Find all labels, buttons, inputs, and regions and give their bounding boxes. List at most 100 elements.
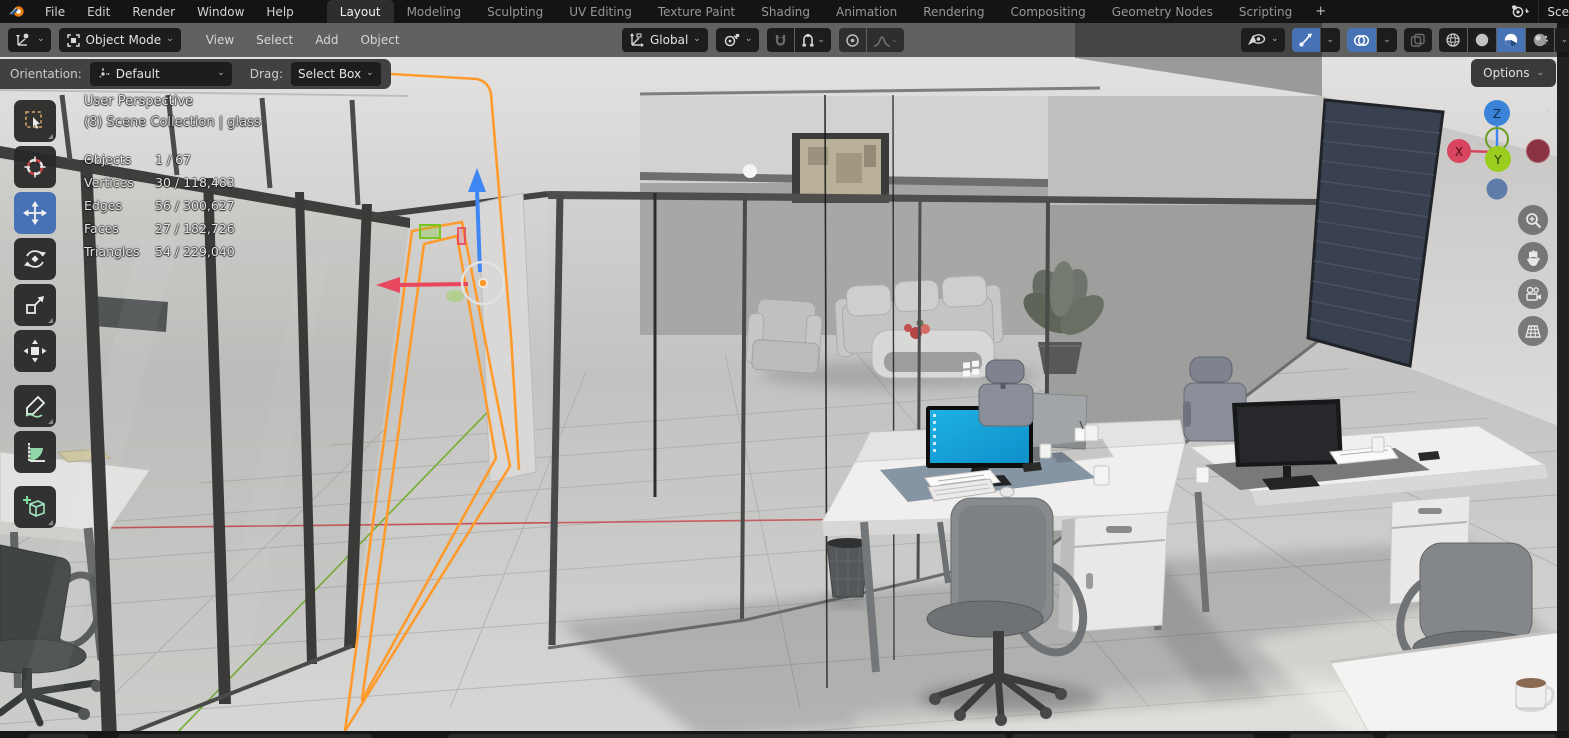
gizmos-group: ⌄: [1292, 28, 1341, 52]
shading-material-preview-button[interactable]: [1497, 28, 1525, 52]
add-cube-icon: [22, 494, 48, 520]
tool-annotate[interactable]: [14, 385, 56, 427]
tool-rotate[interactable]: [14, 238, 56, 280]
shading-solid-button[interactable]: [1468, 28, 1496, 52]
overlays-icon: [1353, 33, 1370, 48]
axis-x-negative[interactable]: [1527, 140, 1550, 163]
tool-measure[interactable]: [14, 431, 56, 473]
chevron-down-icon: ⌄: [366, 68, 374, 78]
menu-object[interactable]: Object: [349, 33, 410, 47]
tab-texture-paint[interactable]: Texture Paint: [645, 0, 748, 23]
camera-view-button[interactable]: [1518, 279, 1548, 309]
rotate-icon: [23, 247, 47, 271]
tool-orientation-dropdown[interactable]: Default ⌄: [90, 62, 232, 86]
add-workspace-button[interactable]: +: [1305, 0, 1336, 23]
snap-target-icon: [801, 33, 817, 48]
tab-rendering[interactable]: Rendering: [910, 0, 997, 23]
drag-mode-dropdown[interactable]: Select Box ⌄: [291, 62, 381, 86]
tool-scale[interactable]: [14, 284, 56, 326]
svg-text:Z: Z: [1493, 107, 1501, 121]
snap-settings-dropdown[interactable]: ⌄: [795, 28, 831, 52]
menu-render[interactable]: Render: [121, 0, 186, 23]
orientation-label: Orientation:: [10, 67, 82, 81]
tab-geometry-nodes[interactable]: Geometry Nodes: [1099, 0, 1226, 23]
stat-value: 30 / 118,483: [155, 175, 235, 190]
menu-view[interactable]: View: [195, 33, 245, 47]
sidebar-collapse-arrow[interactable]: ‹: [1546, 102, 1552, 118]
axis-z-negative[interactable]: [1487, 179, 1508, 200]
pan-button[interactable]: [1518, 242, 1548, 272]
chevron-down-icon: ⌄: [217, 68, 225, 78]
pivot-point-dropdown[interactable]: ⌄: [716, 28, 760, 52]
pivot-icon: [723, 32, 740, 48]
stat-label: Objects: [84, 152, 155, 167]
blender-logo-icon[interactable]: [0, 0, 34, 23]
stat-label: Triangles: [84, 244, 155, 259]
drag-label: Drag:: [250, 67, 283, 81]
tab-animation[interactable]: Animation: [823, 0, 910, 23]
tab-layout[interactable]: Layout: [327, 0, 394, 23]
proportional-circle-icon: [845, 33, 860, 48]
xray-icon: [1410, 33, 1426, 48]
axis-gizmo-icon: [97, 67, 111, 81]
scene-selector[interactable]: ˅ Sce: [1508, 0, 1569, 23]
snap-toggle[interactable]: [767, 28, 794, 52]
solid-sphere-icon: [1474, 32, 1490, 48]
tab-uv-editing[interactable]: UV Editing: [556, 0, 645, 23]
ortho-grid-icon: [1524, 324, 1542, 339]
svg-text:˅: ˅: [1524, 9, 1528, 18]
perspective-toggle-button[interactable]: [1518, 316, 1548, 346]
tool-move[interactable]: [14, 192, 56, 234]
scale-icon: [23, 293, 47, 317]
object-mode-icon: [66, 33, 81, 48]
viewport-info: User Perspective (8) Scene Collection | …: [84, 94, 261, 130]
tab-modeling[interactable]: Modeling: [394, 0, 475, 23]
light-wire: [893, 95, 894, 660]
move-icon: [22, 200, 48, 226]
editor-type-button[interactable]: ⌄: [8, 28, 51, 52]
navigation-gizmo[interactable]: Z X Y: [1440, 95, 1560, 205]
proportional-editing-toggle[interactable]: [839, 28, 866, 52]
transform-orientation-dropdown[interactable]: Global ⌄: [622, 28, 708, 52]
shading-rendered-button[interactable]: [1526, 28, 1554, 52]
material-sphere-icon: [1503, 32, 1519, 48]
scene-icon: ˅: [1508, 4, 1532, 19]
tool-transform[interactable]: [14, 330, 56, 372]
menu-help[interactable]: Help: [255, 0, 304, 23]
menu-edit[interactable]: Edit: [76, 0, 121, 23]
tool-add-cube[interactable]: [14, 486, 56, 528]
gizmo-settings-dropdown[interactable]: ⌄: [1321, 28, 1341, 52]
mode-dropdown[interactable]: Object Mode ⌄: [59, 28, 181, 52]
stat-value: 56 / 300,627: [155, 198, 235, 213]
rendered-sphere-icon: [1532, 32, 1548, 48]
gizmo-x-arrow[interactable]: [398, 284, 468, 285]
overlays-settings-dropdown[interactable]: ⌄: [1377, 28, 1397, 52]
tool-cursor[interactable]: [14, 146, 56, 188]
proportional-falloff-dropdown[interactable]: ⌄: [867, 28, 905, 52]
show-gizmo-toggle[interactable]: [1292, 28, 1320, 52]
menu-window[interactable]: Window: [186, 0, 255, 23]
show-overlays-toggle[interactable]: [1347, 28, 1376, 52]
xray-toggle[interactable]: [1404, 28, 1432, 52]
tool-select-box[interactable]: [14, 100, 56, 142]
tab-sculpting[interactable]: Sculpting: [474, 0, 556, 23]
options-dropdown[interactable]: Options ⌄: [1471, 59, 1556, 87]
shading-settings-dropdown[interactable]: ⌄: [1555, 28, 1569, 52]
zoom-button[interactable]: [1518, 205, 1548, 235]
chevron-down-icon: ⌄: [166, 34, 174, 44]
magnet-icon: [773, 33, 788, 48]
menu-add[interactable]: Add: [304, 33, 349, 47]
show-object-types-dropdown[interactable]: ⌄: [1241, 28, 1285, 52]
chevron-down-icon: ⌄: [891, 35, 899, 45]
picture-frame: [792, 133, 889, 203]
cursor-icon: [23, 155, 47, 179]
menu-file[interactable]: File: [34, 0, 76, 23]
tab-shading[interactable]: Shading: [748, 0, 823, 23]
shading-wireframe-button[interactable]: [1439, 28, 1467, 52]
timeline-editor-top[interactable]: [0, 731, 1569, 738]
tab-compositing[interactable]: Compositing: [997, 0, 1098, 23]
viewport-statistics: Objects1 / 67 Vertices30 / 118,483 Edges…: [84, 152, 235, 267]
menu-select[interactable]: Select: [245, 33, 304, 47]
tab-scripting[interactable]: Scripting: [1226, 0, 1305, 23]
svg-text:X: X: [1455, 145, 1463, 159]
